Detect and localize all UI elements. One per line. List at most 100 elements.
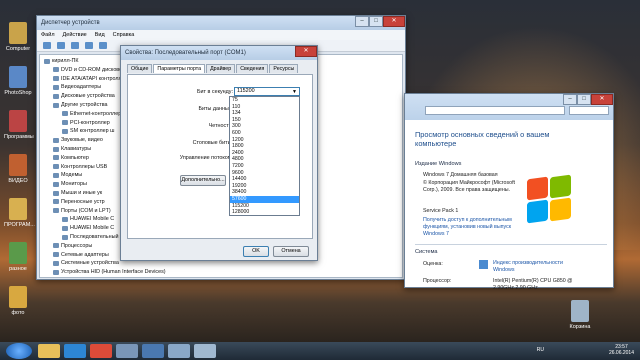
address-bar[interactable]: [425, 106, 565, 115]
system-icon[interactable]: [194, 344, 216, 358]
tree-node[interactable]: Модемы: [53, 171, 82, 179]
desktop-shortcut[interactable]: ВИДЕО: [4, 154, 32, 184]
bps-dropdown-list[interactable]: 75 110 134 150 300 600 1200 1800 2400 4800 7200 960…: [229, 96, 300, 216]
tree-node[interactable]: Последовательный: [62, 233, 118, 241]
start-button[interactable]: [6, 343, 32, 359]
bps-option[interactable]: 9600: [230, 170, 299, 177]
tree-node[interactable]: Мониторы: [53, 180, 87, 188]
tab-3[interactable]: Сведения: [236, 64, 269, 73]
tree-node[interactable]: Клавиатуры: [53, 145, 91, 153]
cancel-button[interactable]: Отмена: [273, 246, 309, 257]
bps-option[interactable]: 14400: [230, 176, 299, 183]
advanced-button[interactable]: Дополнительно...: [180, 175, 226, 186]
bps-option[interactable]: 1800: [230, 143, 299, 150]
dialog-title-bar[interactable]: Свойства: Последовательный порт (COM1) ✕: [121, 46, 317, 60]
performance-icon: [479, 260, 488, 269]
device-icon: [53, 199, 59, 205]
bps-option[interactable]: 150: [230, 117, 299, 124]
bps-option[interactable]: 7200: [230, 163, 299, 170]
menu-item[interactable]: Справка: [113, 32, 135, 38]
tab-0[interactable]: Общие: [127, 64, 153, 73]
close-button[interactable]: ✕: [383, 16, 405, 27]
tree-node[interactable]: Устройства HID (Human Interface Devices): [53, 268, 166, 276]
desktop-shortcut[interactable]: PhotoShop: [4, 66, 32, 96]
bps-label: Бит в секунду:: [197, 89, 233, 95]
tree-node[interactable]: Контроллеры USB: [53, 163, 107, 171]
media-player-icon[interactable]: [64, 344, 86, 358]
tab-1[interactable]: Параметры порта: [153, 64, 206, 73]
title-bar[interactable]: – □ ✕: [405, 94, 613, 120]
scan-icon[interactable]: [99, 42, 107, 49]
rating-link[interactable]: Индекс производительности Windows: [493, 260, 573, 274]
bps-option[interactable]: 4800: [230, 156, 299, 163]
tree-node[interactable]: HUAWEI Mobile C: [62, 224, 114, 232]
tab-4[interactable]: Ресурсы: [269, 64, 299, 73]
tree-node[interactable]: Мыши и иные ук: [53, 189, 102, 197]
bps-option[interactable]: 75: [230, 97, 299, 104]
maximize-button[interactable]: □: [369, 16, 383, 27]
bps-option[interactable]: 600: [230, 130, 299, 137]
title-bar[interactable]: Диспетчер устройств – □ ✕: [37, 16, 405, 30]
tree-node[interactable]: Дисковые устройства: [53, 92, 115, 100]
bps-option[interactable]: 300: [230, 123, 299, 130]
desktop-shortcut[interactable]: разное: [4, 242, 32, 272]
recycle-bin[interactable]: Корзина: [566, 300, 594, 330]
tree-node[interactable]: PCI-контроллер: [62, 119, 110, 127]
desktop-shortcut[interactable]: Computer: [4, 22, 32, 52]
desktop-shortcut[interactable]: Программы: [4, 110, 34, 140]
bps-select[interactable]: 115200 ▼: [234, 87, 300, 96]
bps-option[interactable]: 134: [230, 110, 299, 117]
close-button[interactable]: ✕: [295, 46, 317, 57]
desktop-shortcut[interactable]: фото: [4, 286, 32, 316]
tree-node[interactable]: SM контроллер ш: [62, 127, 114, 135]
tree-node[interactable]: DVD и CD-ROM дисководы: [53, 66, 129, 74]
control-panel-icon[interactable]: [142, 344, 164, 358]
explorer-icon[interactable]: [38, 344, 60, 358]
minimize-button[interactable]: –: [563, 94, 577, 105]
upgrade-link[interactable]: Получить доступ к дополнительным функция…: [423, 217, 523, 238]
maximize-button[interactable]: □: [577, 94, 591, 105]
tree-node[interactable]: Системные устройства: [53, 259, 119, 267]
menu-item[interactable]: Действие: [63, 32, 87, 38]
recycle-bin-icon: [571, 300, 589, 322]
tree-node[interactable]: Звуковые, видео: [53, 136, 103, 144]
tree-node[interactable]: кирилл-ПК: [44, 57, 78, 65]
tree-node[interactable]: Ethernet-контроллер: [62, 110, 121, 118]
forward-icon[interactable]: [57, 42, 65, 49]
bps-option[interactable]: 2400: [230, 150, 299, 157]
bps-option[interactable]: 1200: [230, 137, 299, 144]
system-heading: Система: [415, 249, 438, 255]
close-button[interactable]: ✕: [591, 94, 613, 105]
system-window[interactable]: – □ ✕ Просмотр основных сведений о вашем к…: [404, 93, 614, 291]
ok-button[interactable]: OK: [243, 246, 269, 257]
desktop-shortcut[interactable]: ПРОГРАМ...: [4, 198, 35, 228]
bps-option[interactable]: 115200: [230, 203, 299, 210]
tree-node[interactable]: Видеоадаптеры: [53, 83, 101, 91]
tree-node[interactable]: Порты (COM и LPT): [53, 207, 111, 215]
bps-option[interactable]: 57600: [230, 195, 299, 203]
help-icon[interactable]: [85, 42, 93, 49]
device-icon: [53, 260, 59, 266]
language-indicator[interactable]: RU: [537, 347, 544, 353]
bps-option[interactable]: 110: [230, 104, 299, 111]
tree-node[interactable]: Другие устройства: [53, 101, 108, 109]
tree-node[interactable]: HUAWEI Mobile C: [62, 215, 114, 223]
properties-icon[interactable]: [71, 42, 79, 49]
computer-icon[interactable]: [116, 344, 138, 358]
menu-item[interactable]: Файл: [41, 32, 55, 38]
tab-2[interactable]: Драйвер: [206, 64, 236, 73]
device-manager-icon[interactable]: [168, 344, 190, 358]
bps-option[interactable]: 128000: [230, 209, 299, 216]
chrome-icon[interactable]: [90, 344, 112, 358]
clock[interactable]: 23:57 26.06.2014: [609, 344, 634, 356]
search-input[interactable]: [569, 106, 609, 115]
tree-node[interactable]: Процессоры: [53, 242, 92, 250]
bps-option[interactable]: 38400: [230, 189, 299, 196]
menu-item[interactable]: Вид: [95, 32, 105, 38]
tree-node[interactable]: Переносные устр: [53, 198, 105, 206]
minimize-button[interactable]: –: [355, 16, 369, 27]
back-icon[interactable]: [43, 42, 51, 49]
bps-option[interactable]: 19200: [230, 183, 299, 190]
tree-node[interactable]: Сетевые адаптеры: [53, 251, 109, 259]
tree-node[interactable]: Компьютер: [53, 154, 89, 162]
